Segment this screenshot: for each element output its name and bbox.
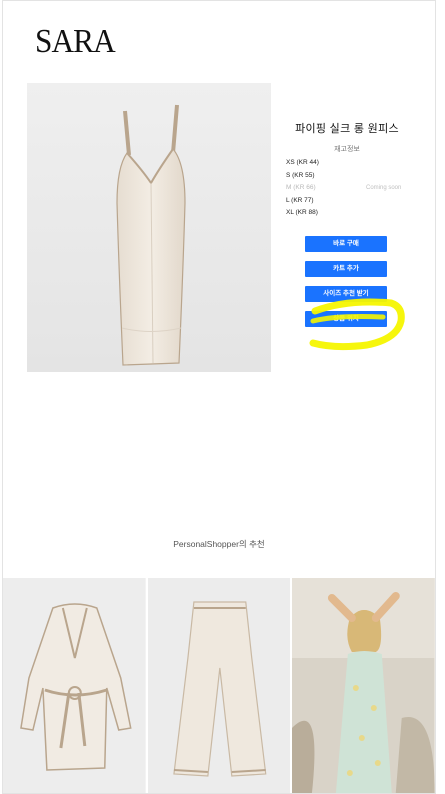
- product-title: 파이핑 실크 롱 원피스: [295, 123, 399, 135]
- size-label: S (KR 55): [286, 171, 315, 179]
- page-frame: SARA 파이핑 실크 롱 원피스 재고정보 XS (KR 44) S (KR …: [2, 0, 436, 794]
- pants-photo-icon: [147, 578, 291, 793]
- brand-logo[interactable]: SARA: [35, 23, 116, 61]
- robe-photo-icon: [3, 578, 146, 793]
- size-option-xl[interactable]: XL (KR 88): [286, 207, 416, 220]
- recommendation-item-model[interactable]: [292, 578, 435, 793]
- size-label: M (KR 66): [286, 184, 316, 192]
- coming-soon-note: Coming soon: [366, 185, 402, 192]
- add-to-cart-button[interactable]: 카트 추가: [305, 261, 387, 277]
- size-option-xs[interactable]: XS (KR 44): [286, 157, 416, 170]
- product-main-image: [27, 83, 271, 372]
- recommendation-item-pants[interactable]: [147, 578, 291, 793]
- size-option-m: M (KR 66) Coming soon: [286, 182, 416, 195]
- model-photo-icon: [292, 578, 435, 793]
- recommendation-title: PersonalShopper의 추천: [173, 539, 265, 549]
- product-wish-button[interactable]: 상품 위치: [305, 311, 387, 327]
- size-option-l[interactable]: L (KR 77): [286, 195, 416, 208]
- recommendation-item-robe[interactable]: [3, 578, 146, 793]
- size-option-s[interactable]: S (KR 55): [286, 170, 416, 183]
- buy-now-button[interactable]: 바로 구매: [305, 236, 387, 252]
- size-label: XL (KR 88): [286, 209, 318, 217]
- size-list: XS (KR 44) S (KR 55) M (KR 66) Coming so…: [286, 157, 416, 220]
- size-label: XS (KR 44): [286, 159, 319, 166]
- recommendation-grid: [3, 578, 435, 793]
- stock-info-label: 재고정보: [334, 146, 360, 153]
- size-recommend-button[interactable]: 사이즈 추천 받기: [305, 286, 387, 302]
- size-label: L (KR 77): [286, 196, 314, 204]
